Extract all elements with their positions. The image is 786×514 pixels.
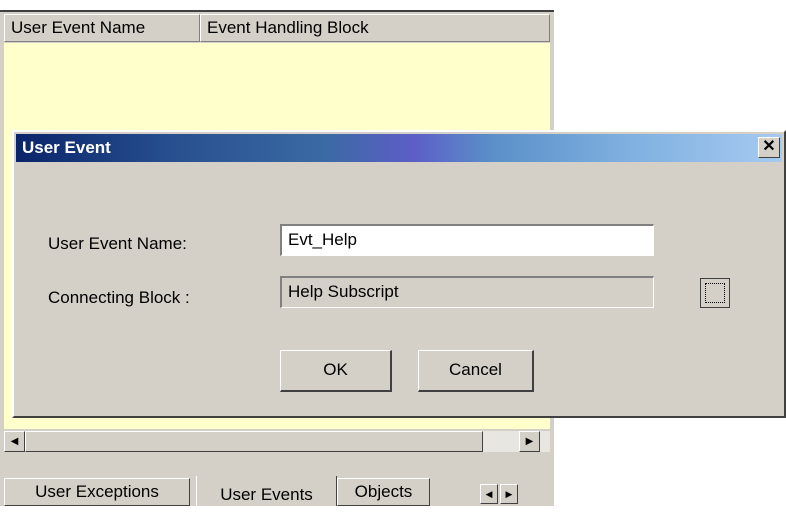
cancel-button[interactable]: Cancel	[418, 350, 534, 392]
user-event-dialog: User Event ✕ User Event Name: Evt_Help C…	[12, 130, 786, 418]
arrow-left-icon: ◀	[485, 489, 493, 499]
panel-top-border	[0, 0, 554, 12]
close-button[interactable]: ✕	[758, 137, 780, 158]
tab-scroll-left-button[interactable]: ◀	[480, 484, 498, 504]
dialog-titlebar[interactable]: User Event ✕	[16, 134, 782, 162]
tab-objects[interactable]: Objects	[337, 478, 430, 506]
arrow-left-icon: ◀	[10, 436, 19, 447]
column-header-user-event-name[interactable]: User Event Name	[4, 14, 200, 42]
connecting-block-field: Help Subscript	[280, 276, 654, 308]
event-name-label: User Event Name:	[48, 234, 187, 253]
column-header-event-handling-block[interactable]: Event Handling Block	[200, 14, 550, 42]
tab-user-exceptions[interactable]: User Exceptions	[4, 478, 190, 506]
ok-button[interactable]: OK	[280, 350, 392, 392]
tab-scroll-right-button[interactable]: ▶	[500, 484, 518, 504]
event-name-input[interactable]: Evt_Help	[280, 224, 654, 256]
arrow-right-icon: ▶	[505, 489, 513, 499]
ellipsis-browse-icon	[705, 283, 725, 303]
arrow-right-icon: ▶	[525, 436, 534, 447]
browse-button[interactable]	[700, 278, 730, 308]
list-header: User Event Name Event Handling Block	[4, 14, 550, 42]
scroll-left-button[interactable]: ◀	[4, 431, 25, 452]
tab-user-events[interactable]: User Events	[196, 476, 337, 506]
horizontal-scrollbar[interactable]: ◀ ▶	[4, 431, 550, 452]
dialog-title: User Event	[22, 138, 111, 157]
scroll-thumb[interactable]	[25, 431, 483, 452]
tab-strip: User Exceptions User Events Objects ◀ ▶	[4, 474, 550, 506]
close-icon: ✕	[762, 138, 776, 155]
scroll-right-button[interactable]: ▶	[519, 431, 540, 452]
connecting-block-label: Connecting Block :	[48, 288, 190, 307]
